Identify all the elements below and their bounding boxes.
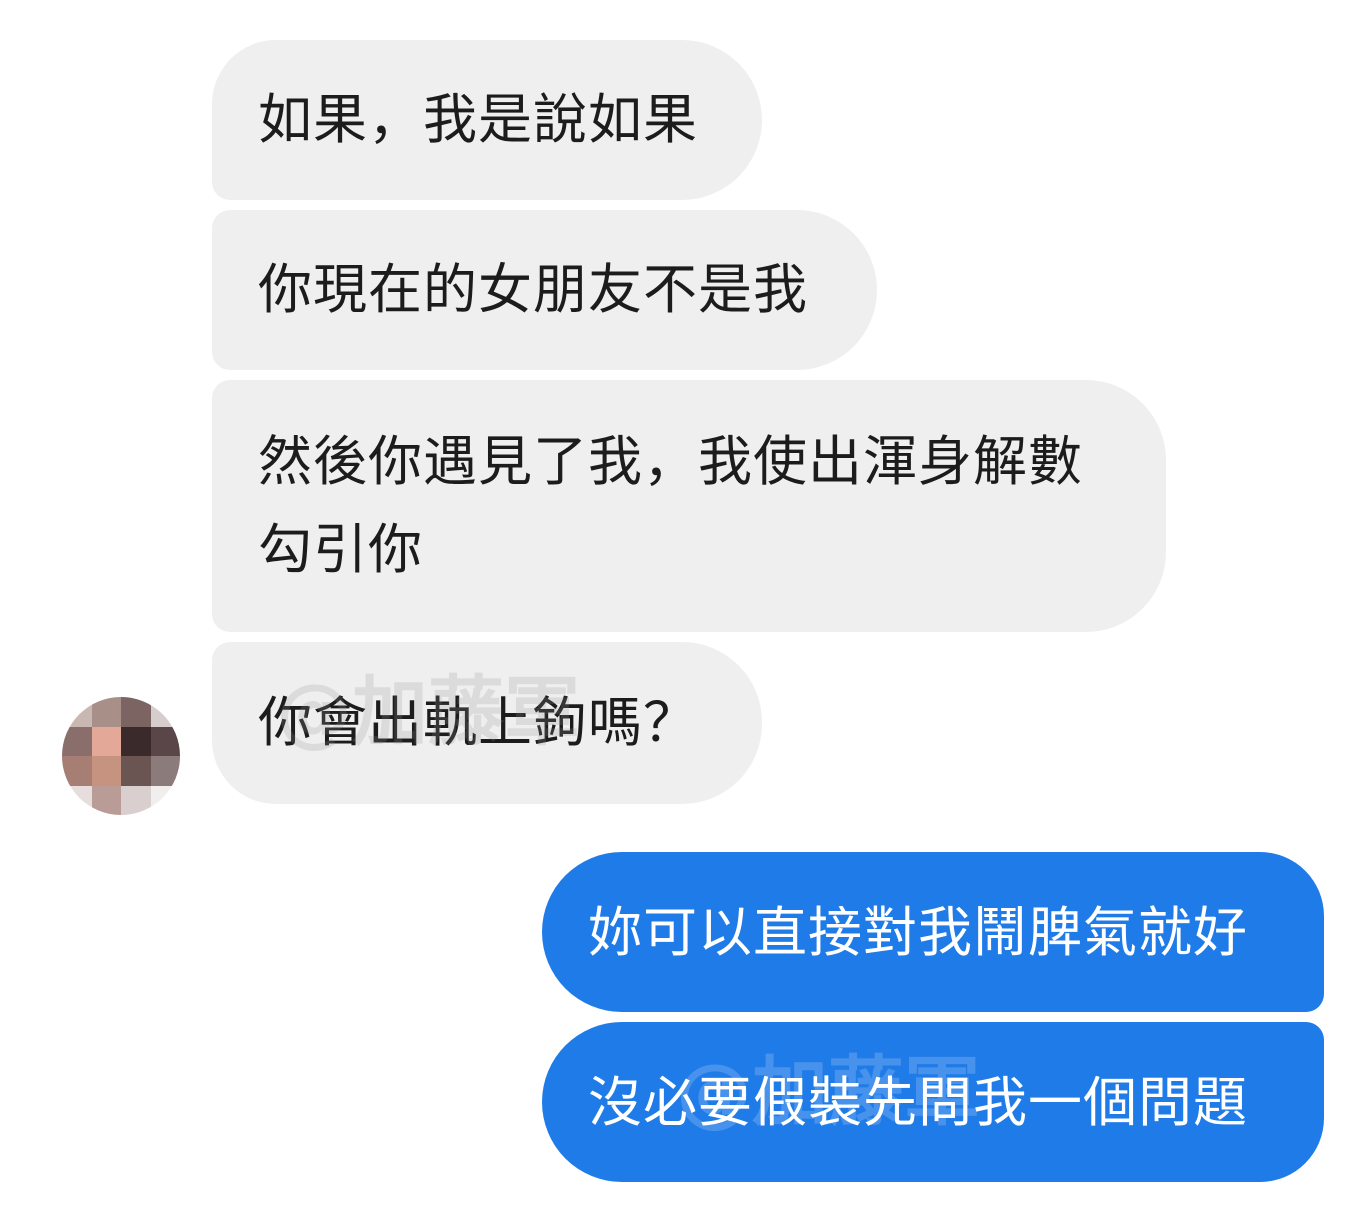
avatar-pixel <box>150 697 180 727</box>
avatar-pixel <box>91 726 121 756</box>
message-text: 然後你遇見了我，我使出渾身解數 <box>258 430 1083 493</box>
message-text: 勾引你 <box>258 518 423 581</box>
avatar-pixel <box>91 785 121 815</box>
avatar-pixel <box>150 726 180 756</box>
avatar-pixel <box>121 726 151 756</box>
avatar-pixel <box>150 756 180 786</box>
incoming-message[interactable]: 你現在的女朋友不是我 <box>212 210 877 370</box>
avatar-pixel <box>91 697 121 727</box>
incoming-message[interactable]: 如果，我是說如果 <box>212 40 762 200</box>
message-text: 沒必要假裝先問我一個問題 <box>588 1071 1248 1134</box>
avatar-pixel <box>62 756 92 786</box>
avatar-pixel <box>121 756 151 786</box>
avatar-pixel <box>121 697 151 727</box>
avatar-pixel <box>62 785 92 815</box>
message-text: 如果，我是說如果 <box>258 88 698 151</box>
chat-thread: 如果，我是說如果 你現在的女朋友不是我 然後你遇見了我，我使出渾身解數 勾引你 … <box>0 0 1354 1212</box>
message-text: 你會出軌上鉤嗎？ <box>258 691 698 754</box>
avatar-pixel <box>91 756 121 786</box>
outgoing-message[interactable]: 沒必要假裝先問我一個問題 <box>542 1022 1324 1182</box>
avatar-pixel <box>62 697 92 727</box>
avatar[interactable] <box>62 697 180 815</box>
incoming-message[interactable]: 然後你遇見了我，我使出渾身解數 勾引你 <box>212 380 1166 632</box>
avatar-pixel <box>150 785 180 815</box>
message-text: 你現在的女朋友不是我 <box>258 258 808 321</box>
message-text: 妳可以直接對我鬧脾氣就好 <box>588 901 1248 964</box>
outgoing-message[interactable]: 妳可以直接對我鬧脾氣就好 <box>542 852 1324 1012</box>
avatar-pixel <box>121 785 151 815</box>
incoming-message[interactable]: 你會出軌上鉤嗎？ <box>212 642 762 804</box>
avatar-pixel <box>62 726 92 756</box>
